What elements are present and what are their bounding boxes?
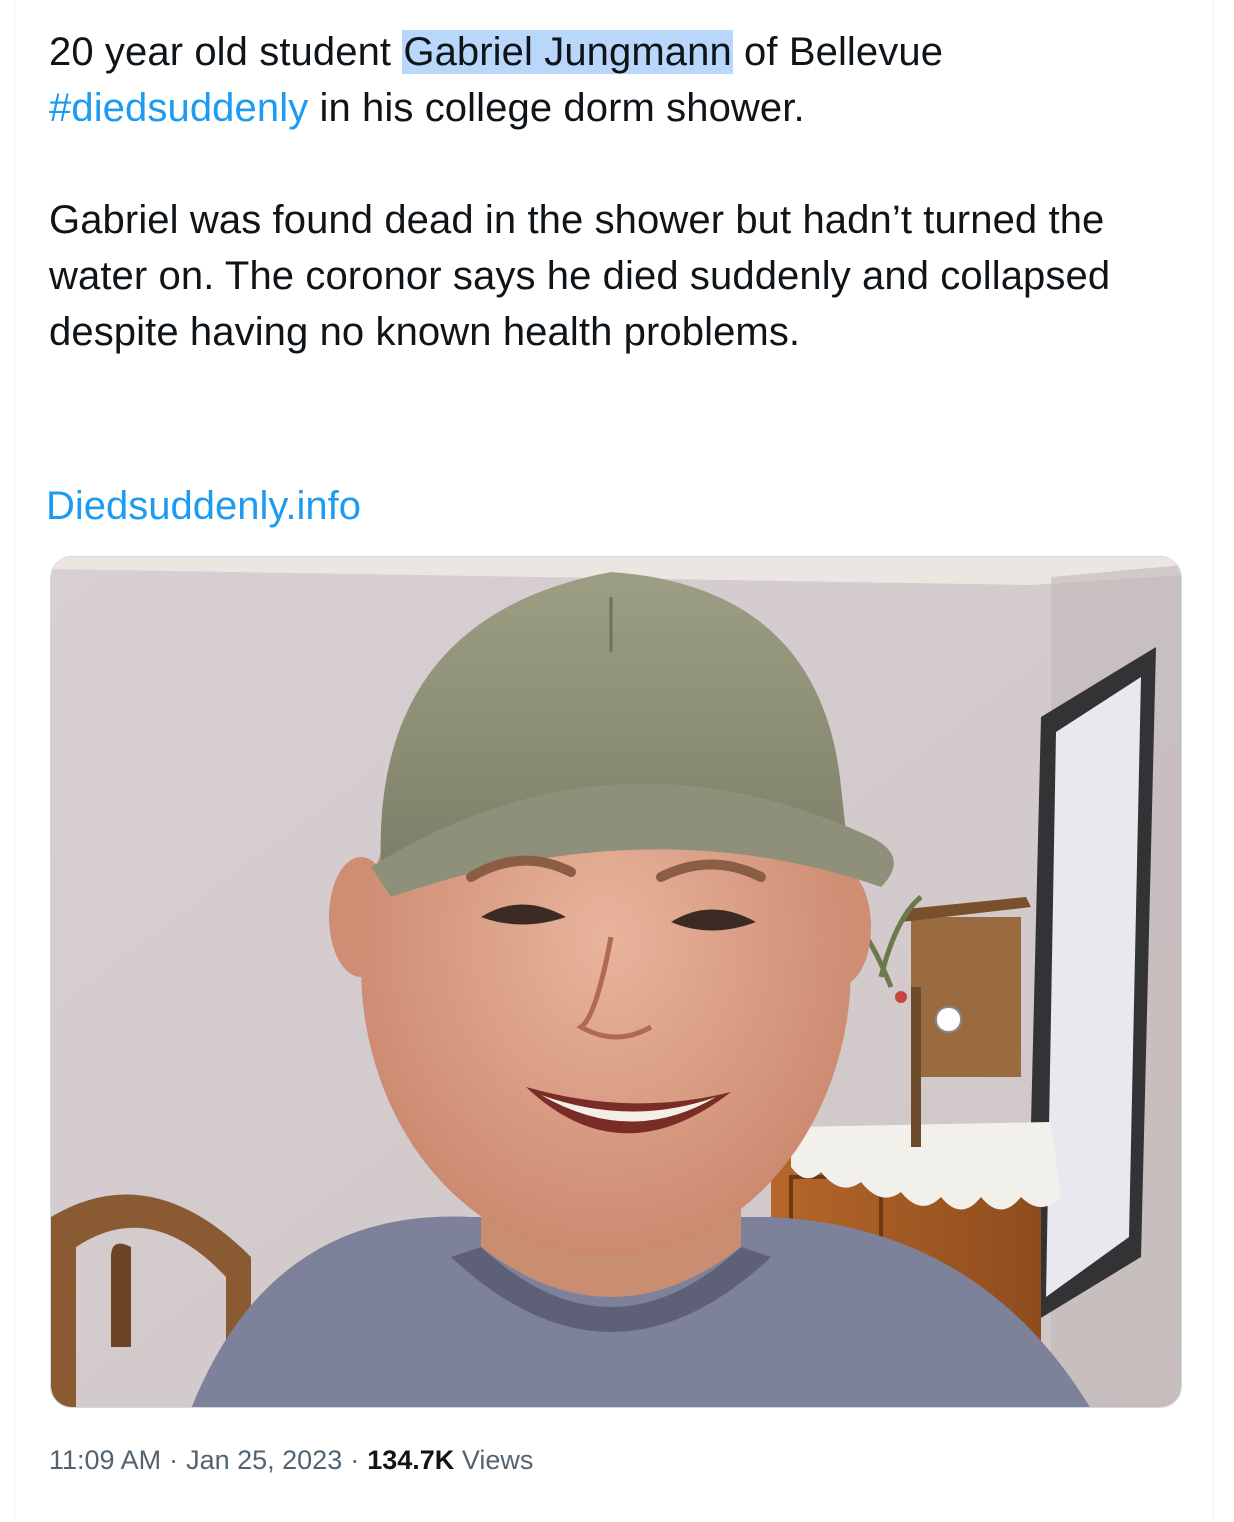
meta-separator: · <box>169 1445 179 1475</box>
tweet-text-continuation: in his college dorm shower. <box>308 86 805 130</box>
photo-young-man-in-green-cap <box>51 557 1181 1407</box>
link-line: Diedsuddenly.info <box>46 478 361 534</box>
tweet-time[interactable]: 11:09 AM <box>49 1445 161 1475</box>
tweet-paragraph-1: 20 year old student Gabriel Jungmann of … <box>49 24 1129 136</box>
views-label: Views <box>461 1445 534 1475</box>
tweet-text-intro: 20 year old student <box>49 30 403 74</box>
tweet-photo[interactable] <box>50 556 1182 1408</box>
meta-separator: · <box>350 1445 360 1475</box>
tweet-meta: 11:09 AM · Jan 25, 2023 · 134.7K Views <box>49 1440 533 1480</box>
tweet-text-location: of Bellevue <box>732 30 944 74</box>
selected-text-highlight[interactable]: Gabriel Jungmann <box>402 30 733 74</box>
tweet-card: 20 year old student Gabriel Jungmann of … <box>14 0 1214 1522</box>
tweet-text: 20 year old student Gabriel Jungmann of … <box>49 24 1129 360</box>
views-count: 134.7K <box>367 1445 455 1475</box>
tweet-paragraph-2: Gabriel was found dead in the shower but… <box>49 198 1111 354</box>
hashtag-link[interactable]: #diedsuddenly <box>49 86 308 130</box>
external-link[interactable]: Diedsuddenly.info <box>46 484 361 528</box>
tweet-date[interactable]: Jan 25, 2023 <box>186 1445 342 1475</box>
